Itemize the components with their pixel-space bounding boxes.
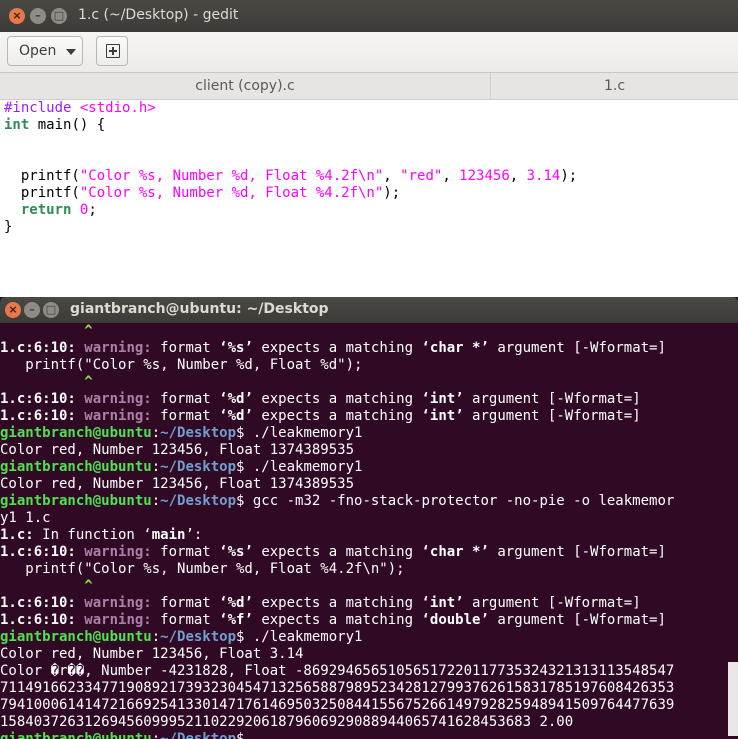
- terminal-line: y1 1.c: [0, 510, 51, 526]
- minimize-icon[interactable]: –: [30, 8, 46, 24]
- code-line: return 0;: [20, 202, 97, 218]
- document-tabs: client (copy).c 1.c: [0, 73, 738, 100]
- terminal-line: printf("Color %s, Number %d, Float %d");: [0, 357, 363, 373]
- tab-client-copy[interactable]: client (copy).c: [0, 73, 490, 99]
- terminal-line: 1.c:6:10: warning: format ‘%f’ expects a…: [0, 612, 666, 628]
- code-editor[interactable]: #include <stdio.h> int main() { printf("…: [0, 100, 738, 300]
- close-icon[interactable]: ×: [9, 8, 25, 24]
- terminal-line: 1.c:6:10: warning: format ‘%d’ expects a…: [0, 408, 641, 424]
- terminal-line: ^: [84, 323, 93, 339]
- code-line: #include <stdio.h>: [4, 100, 156, 116]
- maximize-icon[interactable]: □: [43, 302, 59, 318]
- terminal-line: Color �r��, Number -4231828, Float -8692…: [0, 663, 675, 679]
- gedit-titlebar: × – □ 1.c (~/Desktop) - gedit: [0, 0, 738, 32]
- open-button[interactable]: Open: [7, 36, 83, 66]
- scrollbar[interactable]: [728, 662, 738, 736]
- terminal-line: 1.c:6:10: warning: format ‘%d’ expects a…: [0, 391, 641, 407]
- terminal-line: ^: [84, 374, 93, 390]
- terminal-line: 1.c:6:10: warning: format ‘%d’ expects a…: [0, 595, 641, 611]
- terminal-line: printf("Color %s, Number %d, Float %4.2f…: [0, 561, 405, 577]
- code-line: }: [4, 219, 13, 235]
- new-document-button[interactable]: [96, 36, 128, 66]
- terminal-prompt-line: giantbranch@ubuntu:~/Desktop$ ./leakmemo…: [0, 629, 363, 645]
- terminal-window: × – □ giantbranch@ubuntu: ~/Desktop ^ 1.…: [0, 297, 738, 739]
- gedit-headerbar: Open: [0, 32, 738, 73]
- terminal-line: Color red, Number 123456, Float 3.14: [0, 646, 304, 662]
- open-label: Open: [19, 43, 57, 59]
- maximize-icon[interactable]: □: [51, 8, 67, 24]
- terminal-prompt-line: giantbranch@ubuntu:~/Desktop$ ./leakmemo…: [0, 425, 363, 441]
- window-title: 1.c (~/Desktop) - gedit: [78, 7, 239, 23]
- close-icon[interactable]: ×: [5, 302, 21, 318]
- tab-1c[interactable]: 1.c: [490, 73, 738, 99]
- terminal-prompt-line: giantbranch@ubuntu:~/Desktop$: [0, 731, 253, 739]
- terminal-line: Color red, Number 123456, Float 13743895…: [0, 476, 355, 492]
- terminal-line: ^: [84, 578, 93, 594]
- terminal-line: 1.c:6:10: warning: format ‘%s’ expects a…: [0, 544, 666, 560]
- terminal-line: 7941000614147216692541330147176146950325…: [0, 697, 675, 713]
- terminal-line: 1.c: In function ‘main’:: [0, 527, 203, 543]
- code-line: printf("Color %s, Number %d, Float %4.2f…: [4, 168, 578, 184]
- terminal-line: 1.c:6:10: warning: format ‘%s’ expects a…: [0, 340, 666, 356]
- terminal-line: Color red, Number 123456, Float 13743895…: [0, 442, 355, 458]
- gedit-window: × – □ 1.c (~/Desktop) - gedit Open clien…: [0, 0, 738, 300]
- minimize-icon[interactable]: –: [24, 302, 40, 318]
- terminal-titlebar: × – □ giantbranch@ubuntu: ~/Desktop: [0, 297, 738, 323]
- terminal-output[interactable]: ^ 1.c:6:10: warning: format ‘%s’ expects…: [0, 323, 728, 739]
- terminal-prompt-line: giantbranch@ubuntu:~/Desktop$ ./leakmemo…: [0, 459, 363, 475]
- window-title: giantbranch@ubuntu: ~/Desktop: [70, 301, 329, 317]
- terminal-prompt-line: giantbranch@ubuntu:~/Desktop$ gcc -m32 -…: [0, 493, 675, 509]
- code-line: printf("Color %s, Number %d, Float %4.2f…: [4, 185, 401, 201]
- new-tab-icon: [106, 44, 120, 58]
- chevron-down-icon: [66, 49, 76, 55]
- terminal-line: 7114916623347719089217393230454713256588…: [0, 680, 675, 696]
- code-line: int main() {: [4, 117, 106, 133]
- terminal-line: 1584037263126945609995211022920618796069…: [0, 714, 574, 730]
